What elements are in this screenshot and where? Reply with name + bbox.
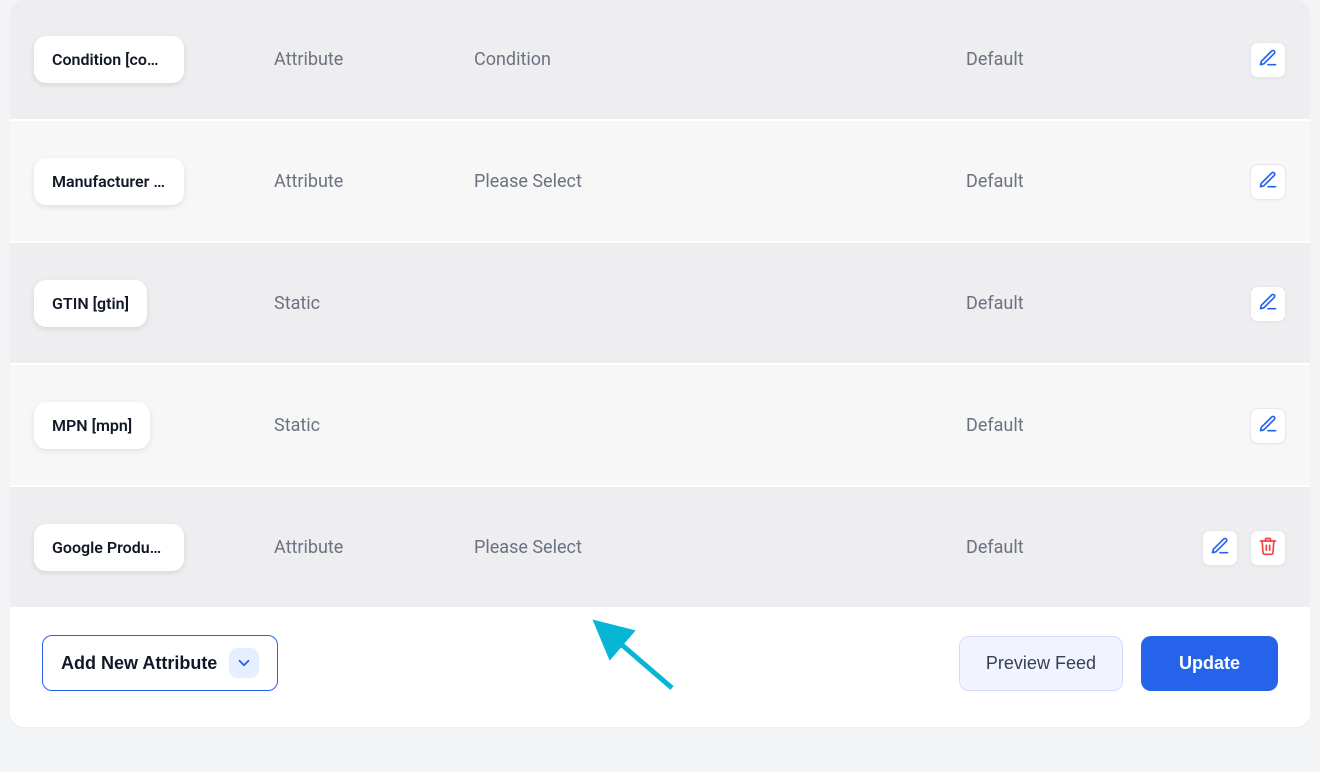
attribute-rows: Condition [condition] Attribute Conditio… [10, 0, 1310, 607]
table-row: Manufacturer [manufacturer] Attribute Pl… [10, 121, 1310, 241]
table-row: MPN [mpn] Static Default [10, 365, 1310, 485]
output-cell: Default [966, 415, 1166, 436]
trash-icon [1258, 536, 1278, 559]
type-cell: Attribute [274, 49, 474, 70]
output-cell: Default [966, 49, 1166, 70]
value-cell: Please Select [474, 171, 966, 192]
add-new-attribute-button[interactable]: Add New Attribute [42, 635, 278, 691]
type-cell: Static [274, 415, 474, 436]
attribute-tag: Google Product Category [34, 524, 184, 571]
attribute-tag: Manufacturer [manufacturer] [34, 158, 184, 205]
edit-button[interactable] [1250, 286, 1286, 322]
update-button[interactable]: Update [1141, 636, 1278, 691]
attribute-tag: MPN [mpn] [34, 402, 150, 449]
type-cell: Static [274, 293, 474, 314]
table-row: Google Product Category Attribute Please… [10, 487, 1310, 607]
pencil-icon [1258, 292, 1278, 315]
delete-button[interactable] [1250, 530, 1286, 566]
value-cell: Please Select [474, 537, 966, 558]
pencil-icon [1258, 170, 1278, 193]
pencil-icon [1258, 48, 1278, 71]
edit-button[interactable] [1250, 164, 1286, 200]
value-cell: Condition [474, 49, 966, 70]
attribute-tag: Condition [condition] [34, 36, 184, 83]
output-cell: Default [966, 171, 1166, 192]
pencil-icon [1210, 536, 1230, 559]
edit-button[interactable] [1202, 530, 1238, 566]
table-row: Condition [condition] Attribute Conditio… [10, 0, 1310, 119]
preview-feed-button[interactable]: Preview Feed [959, 636, 1123, 691]
type-cell: Attribute [274, 171, 474, 192]
output-cell: Default [966, 537, 1166, 558]
edit-button[interactable] [1250, 42, 1286, 78]
pencil-icon [1258, 414, 1278, 437]
add-attribute-label: Add New Attribute [61, 653, 217, 674]
type-cell: Attribute [274, 537, 474, 558]
edit-button[interactable] [1250, 408, 1286, 444]
panel-footer: Add New Attribute Preview Feed Update [10, 607, 1310, 727]
chevron-down-icon [229, 648, 259, 678]
attribute-tag: GTIN [gtin] [34, 280, 147, 327]
table-row: GTIN [gtin] Static Default [10, 243, 1310, 363]
output-cell: Default [966, 293, 1166, 314]
attribute-mapping-panel: Condition [condition] Attribute Conditio… [10, 0, 1310, 727]
